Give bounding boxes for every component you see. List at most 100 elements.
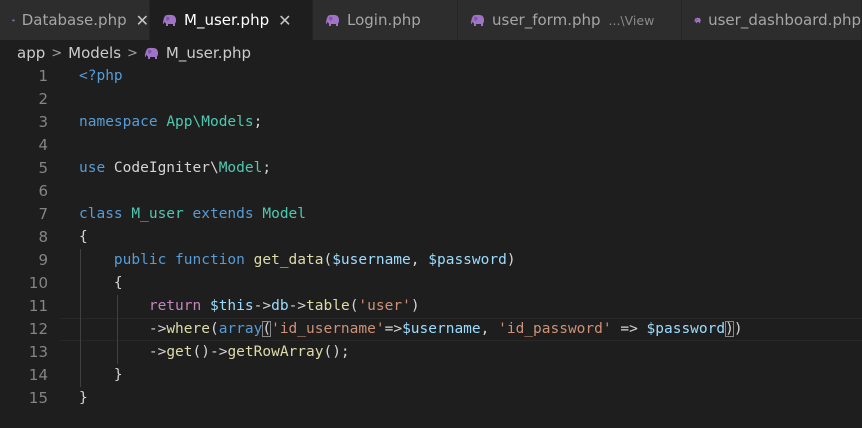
code-token: } xyxy=(79,367,123,383)
code-token: Model xyxy=(262,206,307,222)
code-token: { xyxy=(79,229,88,245)
code-token: return xyxy=(148,298,202,314)
code-token: } xyxy=(79,390,88,406)
line-number: 4 xyxy=(38,136,48,154)
code-token: getRowArray xyxy=(227,344,324,360)
code-line[interactable]: 1 <?php xyxy=(0,65,862,88)
code-line[interactable]: 9 public function get_data($username, $p… xyxy=(0,249,862,272)
code-token: => xyxy=(384,321,403,337)
code-token: { xyxy=(79,275,123,291)
php-elephant-icon xyxy=(162,14,177,26)
code-token: ( xyxy=(209,321,219,337)
code-token: App\Models xyxy=(166,114,254,130)
code-token: 'id_username' xyxy=(271,321,385,337)
close-icon[interactable]: ✕ xyxy=(136,11,149,30)
line-number: 11 xyxy=(28,297,48,315)
php-elephant-icon xyxy=(325,14,340,26)
code-line[interactable]: 14 } xyxy=(0,364,862,387)
code-line[interactable]: 2 xyxy=(0,88,862,111)
breadcrumb-item[interactable]: Models xyxy=(68,44,121,62)
code-token: (); xyxy=(323,344,350,360)
line-number: 2 xyxy=(38,90,48,108)
tab-label: M_user.php xyxy=(184,11,270,29)
code-line[interactable]: 10 { xyxy=(0,272,862,295)
code-line[interactable]: 3 namespace App\Models; xyxy=(0,111,862,134)
code-token: ; xyxy=(262,160,272,176)
code-token: table xyxy=(306,298,350,314)
line-number: 10 xyxy=(28,274,48,292)
code-text: return $this->db->table('user') xyxy=(79,295,420,318)
tab-database[interactable]: Database.php ✕ xyxy=(0,0,150,40)
code-token: public xyxy=(113,252,167,268)
matched-bracket: ( xyxy=(262,321,272,337)
breadcrumb-item[interactable]: M_user.php xyxy=(166,44,251,62)
line-number: 5 xyxy=(38,159,48,177)
breadcrumb: app > Models > M_user.php xyxy=(0,40,862,66)
code-text: class M_user extends Model xyxy=(79,203,306,226)
line-number: 13 xyxy=(28,343,48,361)
code-token: function xyxy=(175,252,245,268)
code-line[interactable]: 13 ->get()->getRowArray(); xyxy=(0,341,862,364)
code-text: public function get_data($username, $pas… xyxy=(79,249,516,272)
tab-m-user[interactable]: M_user.php ✕ xyxy=(150,0,313,40)
tab-login[interactable]: Login.php xyxy=(313,0,458,40)
tab-user-form[interactable]: user_form.php ...\View xyxy=(458,0,682,40)
code-line[interactable]: 5 use CodeIgniter\Model; xyxy=(0,157,862,180)
code-editor[interactable]: 1 <?php 2 3 namespace App\Models; 4 5 use CodeI… xyxy=(0,66,862,428)
code-token: ) xyxy=(410,298,420,314)
code-text: { xyxy=(79,226,88,249)
code-token: use xyxy=(79,160,106,176)
line-number: 6 xyxy=(38,182,48,200)
code-token: ; xyxy=(253,114,263,130)
line-number: 9 xyxy=(38,251,48,269)
tab-label: Login.php xyxy=(347,11,421,29)
code-token: $password xyxy=(646,321,726,337)
code-text: } xyxy=(79,387,88,410)
tab-description: ...\View xyxy=(608,12,655,28)
code-token: $this xyxy=(209,298,254,314)
close-icon[interactable]: ✕ xyxy=(278,11,291,30)
code-token: M_user xyxy=(131,206,184,222)
line-number: 3 xyxy=(38,113,48,131)
code-token: class xyxy=(79,206,123,222)
php-elephant-icon xyxy=(694,17,701,23)
chevron-right-icon: > xyxy=(127,45,138,61)
tab-user-dashboard[interactable]: user_dashboard.php xyxy=(682,0,862,40)
php-elephant-icon xyxy=(144,47,158,59)
code-token: db xyxy=(271,298,289,314)
editor-tab-bar: Database.php ✕ M_user.php ✕ Login.php user_fo… xyxy=(0,0,862,40)
code-token: -> xyxy=(253,298,272,314)
code-token: -> xyxy=(79,321,167,337)
code-text: <?php xyxy=(79,65,123,88)
line-number: 14 xyxy=(28,366,48,384)
code-token: ) xyxy=(506,252,516,268)
code-line[interactable]: 12 ->where(array('id_username'=>$usernam… xyxy=(0,318,862,341)
line-number: 1 xyxy=(38,67,48,85)
code-token: $username xyxy=(332,252,411,268)
code-token: , xyxy=(480,321,499,337)
code-text: } xyxy=(79,364,123,387)
line-number: 8 xyxy=(38,228,48,246)
code-token: -> xyxy=(288,298,307,314)
code-line[interactable]: 8{ xyxy=(0,226,862,249)
code-line[interactable]: 4 xyxy=(0,134,862,157)
code-token: <?php xyxy=(79,68,123,84)
code-line[interactable]: 11 return $this->db->table('user') xyxy=(0,295,862,318)
code-token: namespace xyxy=(79,114,158,130)
code-token: 'user' xyxy=(358,298,411,314)
code-token: get xyxy=(166,344,193,360)
chevron-right-icon: > xyxy=(51,45,63,61)
code-token: extends xyxy=(192,206,254,222)
code-token: ( xyxy=(323,252,333,268)
breadcrumb-item[interactable]: app xyxy=(17,44,45,62)
code-line[interactable]: 15} xyxy=(0,387,862,410)
code-line[interactable]: 6 xyxy=(0,180,862,203)
code-line[interactable]: 7 class M_user extends Model xyxy=(0,203,862,226)
code-text: namespace App\Models; xyxy=(79,111,262,134)
